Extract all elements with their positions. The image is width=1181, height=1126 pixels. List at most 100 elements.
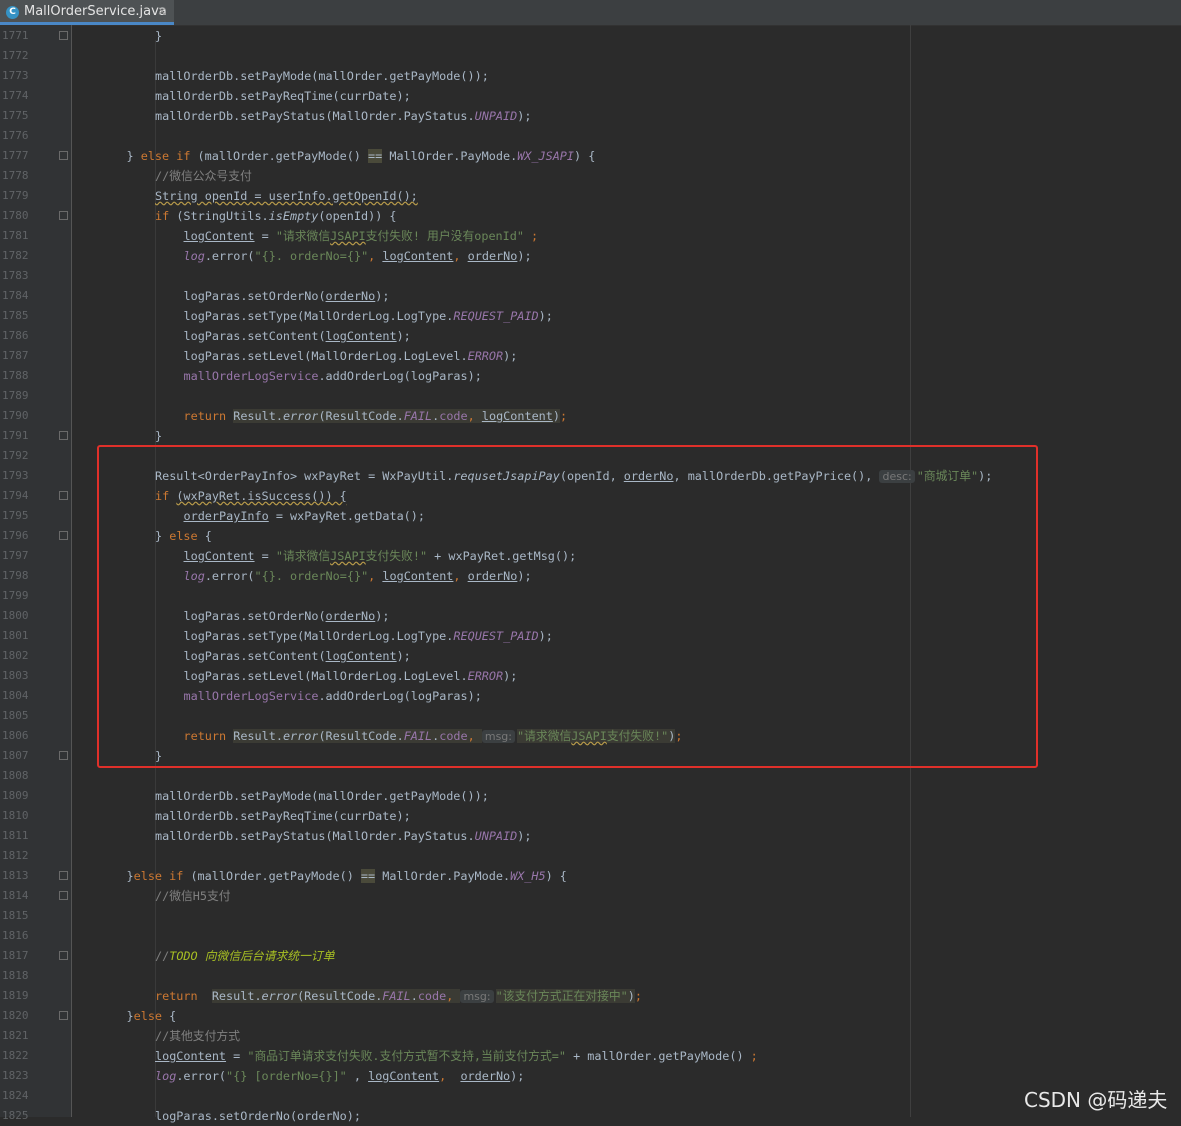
code-line[interactable]: String openId = userInfo.getOpenId(); [155, 186, 418, 206]
code-token: , [439, 1069, 461, 1083]
code-token: ); [538, 309, 553, 323]
code-token: orderNo [460, 1069, 511, 1083]
code-token: logContent [382, 249, 454, 263]
code-token: mallOrderDb.setPayReqTime(currDate); [155, 809, 411, 823]
code-line[interactable]: log.error("{} [orderNo={}]" , logContent… [155, 1066, 524, 1086]
code-token: FAIL [403, 409, 433, 423]
code-token: ); [375, 289, 390, 303]
code-line[interactable]: } [155, 26, 162, 46]
code-token: "商品订单请求支付失败.支付方式暂不支持,当前支付方式=" [247, 1049, 566, 1063]
fold-marker-icon[interactable] [59, 151, 68, 160]
code-token: REQUEST_PAID [453, 309, 539, 323]
line-number: 1810 [2, 809, 29, 822]
code-token: error [261, 989, 298, 1003]
line-number: 1780 [2, 209, 29, 222]
fold-marker-icon[interactable] [59, 751, 68, 760]
code-line[interactable]: logParas.setType(MallOrderLog.LogType.RE… [184, 306, 553, 326]
fold-marker-icon[interactable] [59, 531, 68, 540]
code-token: (StringUtils. [176, 209, 269, 223]
fold-marker-icon[interactable] [59, 951, 68, 960]
code-token: .error( [204, 249, 255, 263]
code-token: "{}. orderNo={}" [254, 249, 369, 263]
code-token: (mallOrder.getPayMode() [190, 869, 361, 883]
highlight-annotation-box [97, 445, 1038, 768]
code-token: logContent [481, 409, 553, 423]
close-icon[interactable]: × [157, 4, 167, 18]
line-number: 1817 [2, 949, 29, 962]
line-number: 1785 [2, 309, 29, 322]
code-line[interactable]: mallOrderDb.setPayMode(mallOrder.getPayM… [155, 786, 489, 806]
code-token: "该支付方式正在对接中" [495, 989, 628, 1003]
fold-marker-icon[interactable] [59, 1011, 68, 1020]
code-line[interactable]: //微信公众号支付 [155, 166, 252, 186]
code-token: , [368, 249, 383, 263]
code-line[interactable]: } [155, 426, 162, 446]
code-line[interactable]: logParas.setContent(logContent); [184, 326, 411, 346]
code-token: ) [627, 989, 635, 1003]
code-token: (ResultCode. [318, 409, 404, 423]
fold-marker-icon[interactable] [59, 431, 68, 440]
code-token: } [126, 1009, 134, 1023]
code-line[interactable]: }else { [127, 1006, 177, 1026]
code-token: logContent [183, 229, 255, 243]
code-line[interactable]: mallOrderDb.setPayReqTime(currDate); [155, 806, 411, 826]
code-token: ; [560, 409, 568, 423]
code-token: logParas.setOrderNo( [183, 289, 326, 303]
code-line[interactable]: }else if (mallOrder.getPayMode() == Mall… [127, 866, 567, 886]
code-token: == [368, 149, 383, 163]
code-token: code [439, 409, 468, 423]
line-number: 1794 [2, 489, 29, 502]
editor-tab-bar: C MallOrderService.java × [0, 0, 1181, 26]
line-number: 1805 [2, 709, 29, 722]
line-number: 1771 [2, 29, 29, 42]
code-token: mallOrderDb.setPayMode(mallOrder.getPayM… [155, 789, 489, 803]
code-line[interactable]: mallOrderDb.setPayMode(mallOrder.getPayM… [155, 66, 489, 86]
code-line[interactable]: logParas.setOrderNo(orderNo); [155, 1106, 361, 1126]
line-number: 1809 [2, 789, 29, 802]
code-line[interactable]: } else if (mallOrder.getPayMode() == Mal… [127, 146, 596, 166]
line-number: 1788 [2, 369, 29, 382]
line-number: 1783 [2, 269, 29, 282]
fold-marker-icon[interactable] [59, 31, 68, 40]
code-line[interactable]: logContent = "请求微信JSAPI支付失败! 用户没有openId"… [184, 226, 539, 246]
code-token: ) { [574, 149, 596, 163]
line-number: 1800 [2, 609, 29, 622]
code-line[interactable]: return Result.error(ResultCode.FAIL.code… [155, 986, 642, 1006]
code-token: ); [517, 249, 532, 263]
code-token: } [126, 869, 134, 883]
fold-marker-icon[interactable] [59, 891, 68, 900]
code-line[interactable]: logParas.setOrderNo(orderNo); [184, 286, 390, 306]
line-number: 1782 [2, 249, 29, 262]
code-token: Result. [233, 409, 283, 423]
code-token: ERROR [467, 349, 504, 363]
code-token: return [183, 409, 234, 423]
tab-mallorderservice[interactable]: C MallOrderService.java × [0, 0, 174, 25]
fold-marker-icon[interactable] [59, 211, 68, 220]
code-token: if [155, 209, 177, 223]
code-line[interactable]: //TODO 向微信后台请求统一订单 [155, 946, 335, 966]
code-token: UNPAID [474, 829, 518, 843]
code-token: logParas.setLevel(MallOrderLog.LogLevel. [183, 349, 468, 363]
code-line[interactable]: if (StringUtils.isEmpty(openId)) { [155, 206, 397, 226]
fold-marker-icon[interactable] [59, 871, 68, 880]
line-number: 1779 [2, 189, 29, 202]
line-number: 1824 [2, 1089, 29, 1102]
code-line[interactable]: mallOrderDb.setPayStatus(MallOrder.PaySt… [155, 826, 531, 846]
code-line[interactable]: mallOrderDb.setPayReqTime(currDate); [155, 86, 411, 106]
line-number: 1775 [2, 109, 29, 122]
code-token: mallOrderLogService [183, 369, 319, 383]
code-token: ; [523, 229, 539, 243]
code-line[interactable]: logContent = "商品订单请求支付失败.支付方式暂不支持,当前支付方式… [155, 1046, 758, 1066]
code-line[interactable]: //微信H5支付 [155, 886, 231, 906]
code-token: log [155, 1069, 177, 1083]
code-line[interactable]: return Result.error(ResultCode.FAIL.code… [183, 406, 568, 426]
code-line[interactable]: mallOrderDb.setPayStatus(MallOrder.PaySt… [155, 106, 531, 126]
code-line[interactable]: log.error("{}. orderNo={}", logContent, … [184, 246, 532, 266]
code-line[interactable]: logParas.setLevel(MallOrderLog.LogLevel.… [184, 346, 518, 366]
code-token: mallOrderDb.setPayStatus(MallOrder.PaySt… [155, 829, 475, 843]
code-line[interactable]: mallOrderLogService.addOrderLog(logParas… [184, 366, 482, 386]
code-line[interactable]: //其他支付方式 [155, 1026, 240, 1046]
line-number: 1818 [2, 969, 29, 982]
code-token: { [169, 1009, 177, 1023]
fold-marker-icon[interactable] [59, 491, 68, 500]
